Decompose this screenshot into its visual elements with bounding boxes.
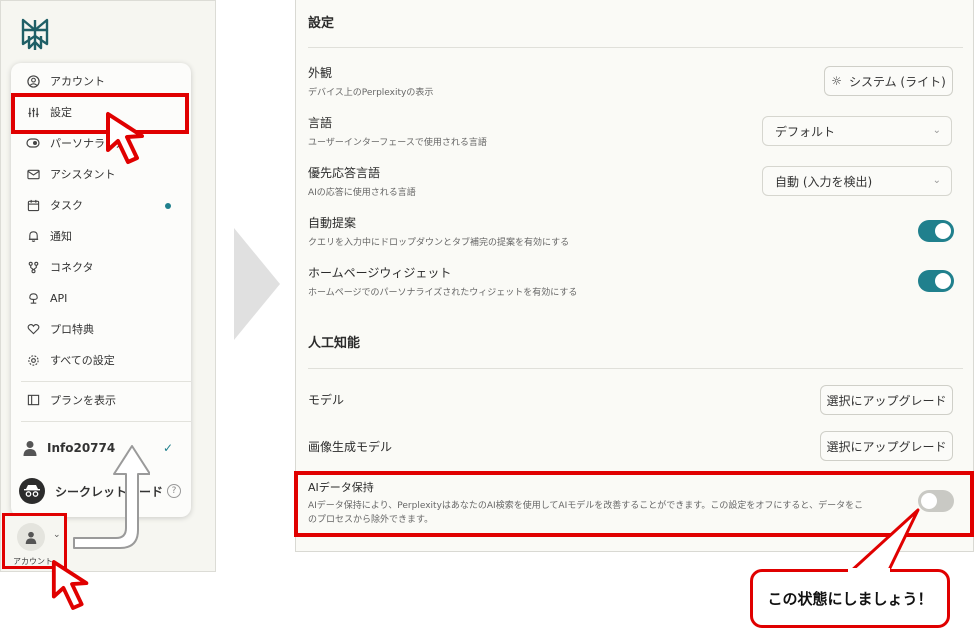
- toggle-knob: [935, 273, 951, 289]
- api-icon: [25, 290, 41, 306]
- autosuggest-subtitle: クエリを入力中にドロップダウンとタブ補完の提案を有効にする: [308, 238, 570, 248]
- language-value: デフォルト: [775, 124, 836, 139]
- menu-item-label: タスク: [50, 199, 83, 212]
- chevron-down-icon: ⌄: [932, 175, 941, 186]
- menu-item-label: プロ特典: [50, 323, 94, 336]
- menu-item-view-plans[interactable]: プランを表示: [11, 386, 191, 414]
- image-model-title: 画像生成モデル: [308, 440, 393, 454]
- menu-item-connectors[interactable]: コネクタ: [11, 253, 191, 281]
- help-icon[interactable]: ?: [167, 484, 181, 498]
- menu-item-label: プランを表示: [50, 394, 116, 407]
- mail-icon: [25, 166, 41, 182]
- response-language-value: 自動 (入力を検出): [775, 174, 873, 189]
- menu-item-tasks[interactable]: タスク: [11, 191, 191, 219]
- homepage-widget-subtitle: ホームページでのパーソナライズされたウィジェットを有効にする: [308, 288, 578, 298]
- menu-item-notifications[interactable]: 通知: [11, 222, 191, 250]
- user-circle-icon: [25, 73, 41, 89]
- menu-divider: [21, 421, 191, 422]
- homepage-widget-toggle[interactable]: [918, 270, 954, 292]
- image-model-upgrade-button[interactable]: 選択にアップグレード: [820, 431, 953, 461]
- chevron-down-icon: ⌄: [53, 530, 61, 540]
- perplexity-logo-icon[interactable]: [15, 14, 55, 54]
- appearance-subtitle: デバイス上のPerplexityの表示: [308, 88, 434, 98]
- response-language-subtitle: AIの応答に使用される言語: [308, 188, 416, 198]
- autosuggest-toggle[interactable]: [918, 220, 954, 242]
- bell-icon: [25, 228, 41, 244]
- appearance-button[interactable]: ☼ システム (ライト): [824, 66, 953, 96]
- divider: [308, 47, 963, 48]
- page-title: 設定: [308, 16, 335, 31]
- notification-dot: [165, 203, 171, 209]
- toggle-icon: [25, 135, 41, 151]
- divider: [308, 368, 963, 369]
- menu-item-label: コネクタ: [50, 261, 94, 274]
- user-icon: [23, 440, 37, 456]
- menu-item-api[interactable]: API: [11, 284, 191, 312]
- language-title: 言語: [308, 116, 333, 130]
- book-icon: [25, 392, 41, 408]
- flow-arrow-icon: [73, 445, 150, 549]
- ai-section-title: 人工知能: [308, 336, 361, 351]
- settings-panel: 設定 外観 デバイス上のPerplexityの表示 ☼ システム (ライト) 言…: [295, 0, 974, 552]
- connector-icon: [25, 259, 41, 275]
- menu-item-all-settings[interactable]: すべての設定: [11, 346, 191, 374]
- cursor-arrow-icon: [51, 560, 89, 610]
- language-subtitle: ユーザーインターフェースで使用される言語: [308, 138, 487, 148]
- response-language-title: 優先応答言語: [308, 166, 381, 180]
- sun-icon: ☼: [831, 74, 842, 88]
- menu-item-assistant[interactable]: アシスタント: [11, 160, 191, 188]
- appearance-title: 外観: [308, 66, 333, 80]
- calendar-icon: [25, 197, 41, 213]
- response-language-select[interactable]: 自動 (入力を検出) ⌄: [762, 166, 952, 196]
- menu-divider: [21, 381, 191, 382]
- model-upgrade-button[interactable]: 選択にアップグレード: [820, 385, 953, 415]
- menu-item-label: API: [50, 291, 68, 305]
- menu-item-label: 通知: [50, 230, 72, 243]
- highlight-settings-box: [11, 93, 189, 134]
- heart-icon: [25, 321, 41, 337]
- cursor-arrow-icon: [106, 112, 144, 164]
- language-select[interactable]: デフォルト ⌄: [762, 116, 952, 146]
- appearance-value: システム (ライト): [848, 74, 946, 89]
- autosuggest-title: 自動提案: [308, 216, 357, 230]
- gear-icon: [25, 352, 41, 368]
- menu-item-label: すべての設定: [50, 354, 115, 367]
- model-title: モデル: [308, 393, 345, 407]
- menu-item-label: アカウント: [50, 75, 105, 88]
- avatar-icon: [17, 523, 45, 551]
- chevron-down-icon: ⌄: [932, 125, 941, 136]
- menu-item-account[interactable]: アカウント: [11, 67, 191, 95]
- homepage-widget-title: ホームページウィジェット: [308, 266, 452, 280]
- instruction-callout: この状態にしましょう！: [750, 569, 950, 628]
- toggle-knob: [935, 223, 951, 239]
- menu-item-label: アシスタント: [50, 168, 116, 181]
- callout-pointer-cover: [848, 568, 890, 576]
- check-icon: ✓: [162, 441, 173, 455]
- menu-item-pro-perks[interactable]: プロ特典: [11, 315, 191, 343]
- next-step-arrow-icon: [234, 228, 280, 340]
- account-label: アカウント: [13, 557, 53, 566]
- incognito-icon: [19, 478, 45, 504]
